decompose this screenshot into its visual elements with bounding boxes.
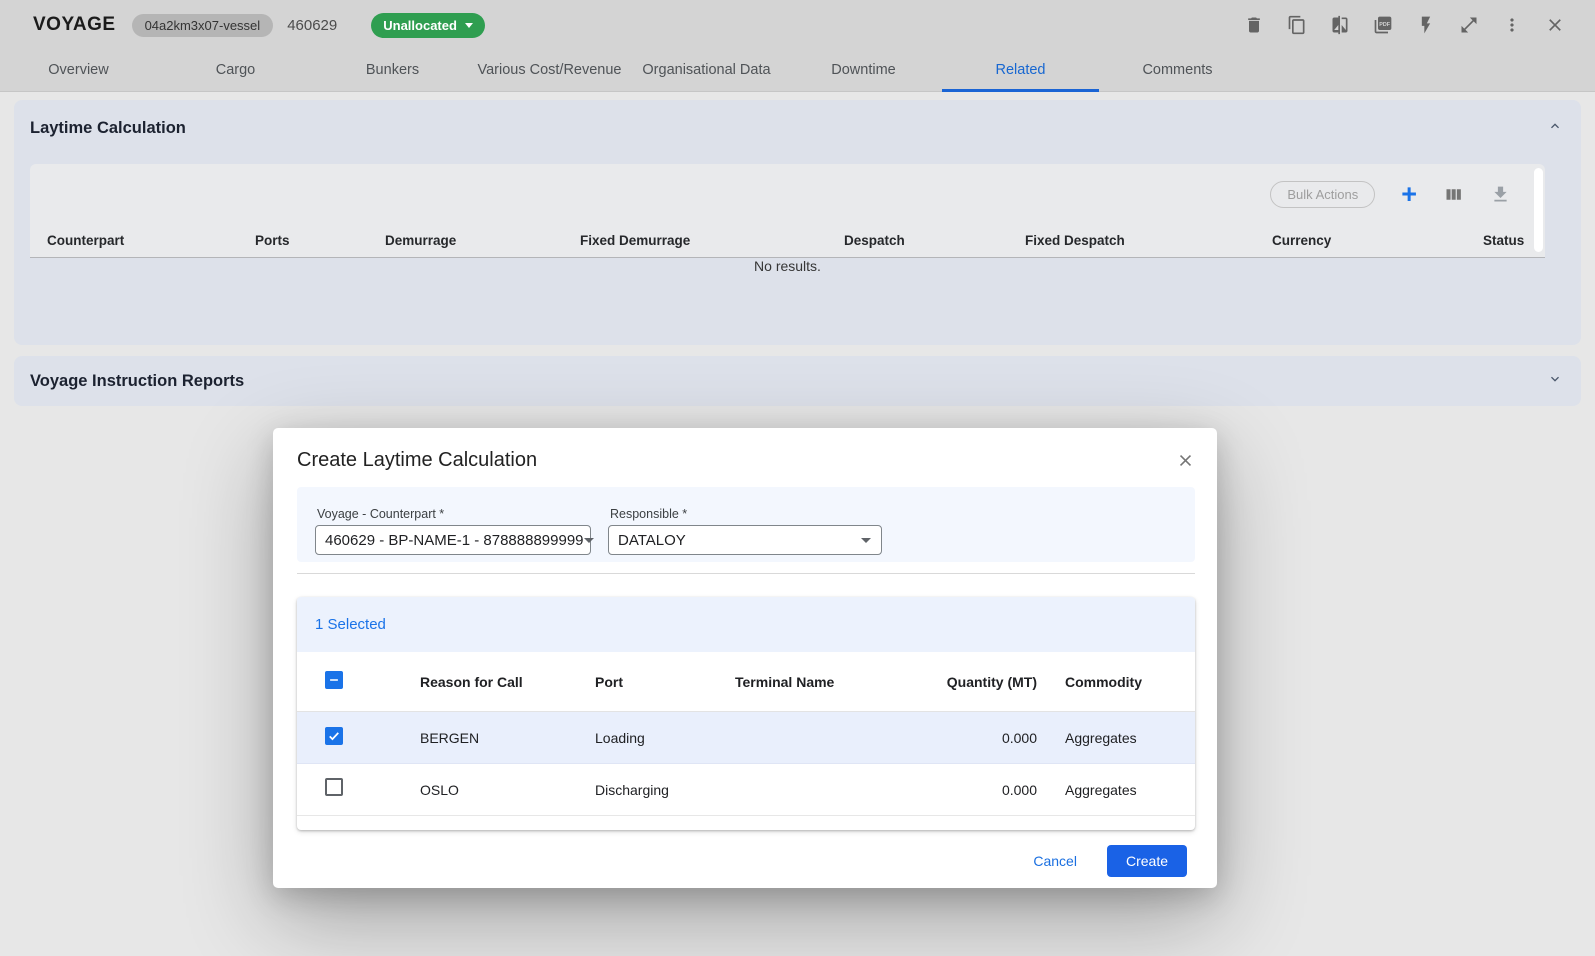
tab-downtime[interactable]: Downtime <box>785 50 942 92</box>
row-checkbox[interactable] <box>325 778 343 796</box>
table-row[interactable]: OSLO Discharging 0.000 Aggregates <box>297 764 1195 816</box>
bulk-actions-button[interactable]: Bulk Actions <box>1270 181 1375 208</box>
expand-icon[interactable] <box>1457 13 1481 37</box>
tab-various-cost-revenue[interactable]: Various Cost/Revenue <box>471 50 628 92</box>
no-results-text: No results. <box>30 258 1545 274</box>
cell-quantity: 0.000 <box>940 730 1037 746</box>
tab-organisational-data[interactable]: Organisational Data <box>628 50 785 92</box>
modal-header: Create Laytime Calculation <box>297 428 1195 487</box>
port-call-table-card: 1 Selected Reason for Call Port Terminal… <box>297 597 1195 830</box>
vir-section-title: Voyage Instruction Reports <box>30 372 244 391</box>
laytime-calculation-section: Laytime Calculation Bulk Actions + Count… <box>14 100 1581 345</box>
svg-text:PDF: PDF <box>1379 22 1391 28</box>
delete-icon[interactable] <box>1242 13 1266 37</box>
main-content: Laytime Calculation Bulk Actions + Count… <box>0 92 1595 406</box>
cell-commodity: Aggregates <box>1037 782 1195 798</box>
select-all-checkbox[interactable] <box>325 671 343 689</box>
create-button[interactable]: Create <box>1107 845 1187 877</box>
status-dropdown[interactable]: Unallocated <box>371 13 485 38</box>
more-icon[interactable] <box>1500 13 1524 37</box>
voyage-counterpart-label: Voyage - Counterpart * <box>317 507 591 521</box>
laytime-table-toolbar: Bulk Actions + <box>30 164 1545 224</box>
tab-overview[interactable]: Overview <box>0 50 157 92</box>
column-header-currency[interactable]: Currency <box>1272 233 1483 248</box>
cell-reason-for-call: OSLO <box>420 782 595 798</box>
column-header-terminal-name[interactable]: Terminal Name <box>735 674 940 690</box>
tab-bunkers[interactable]: Bunkers <box>314 50 471 92</box>
row-checkbox[interactable] <box>325 727 343 745</box>
header-row: VOYAGE 04a2km3x07-vessel 460629 Unalloca… <box>0 0 1595 50</box>
page-title: VOYAGE <box>33 14 116 36</box>
create-laytime-modal: Create Laytime Calculation Voyage - Coun… <box>273 428 1217 888</box>
cell-commodity: Aggregates <box>1037 730 1195 746</box>
modal-close-icon[interactable] <box>1176 451 1195 470</box>
download-icon[interactable] <box>1490 184 1511 205</box>
close-icon[interactable] <box>1543 13 1567 37</box>
column-header-quantity-mt[interactable]: Quantity (MT) <box>940 674 1037 690</box>
tab-comments[interactable]: Comments <box>1099 50 1256 92</box>
column-header-fixed-despatch[interactable]: Fixed Despatch <box>1025 233 1272 248</box>
collapse-chevron-up-icon[interactable] <box>1547 118 1563 139</box>
compare-icon[interactable] <box>1328 13 1352 37</box>
laytime-section-header: Laytime Calculation <box>14 100 1581 156</box>
column-header-despatch[interactable]: Despatch <box>844 233 1025 248</box>
column-header-port[interactable]: Port <box>595 674 735 690</box>
laytime-table-header: Counterpart Ports Demurrage Fixed Demurr… <box>30 224 1545 258</box>
responsible-value: DATALOY <box>618 532 686 549</box>
responsible-field: Responsible * DATALOY <box>608 507 882 562</box>
column-header-commodity[interactable]: Commodity <box>1037 674 1195 690</box>
responsible-select[interactable]: DATALOY <box>608 525 882 555</box>
table-row[interactable]: BERGEN Loading 0.000 Aggregates <box>297 712 1195 764</box>
table-scrollbar[interactable] <box>1534 168 1543 252</box>
voyage-header: VOYAGE 04a2km3x07-vessel 460629 Unalloca… <box>0 0 1595 92</box>
laytime-section-title: Laytime Calculation <box>30 119 186 138</box>
cell-reason-for-call: BERGEN <box>420 730 595 746</box>
tab-bar: Overview Cargo Bunkers Various Cost/Reve… <box>0 50 1595 92</box>
columns-icon[interactable] <box>1443 184 1464 205</box>
voyage-counterpart-select[interactable]: 460629 - BP-NAME-1 - 878888899999 <box>315 525 591 555</box>
chevron-down-icon <box>584 538 594 543</box>
tab-related[interactable]: Related <box>942 50 1099 92</box>
cell-port: Discharging <box>595 782 735 798</box>
cell-quantity: 0.000 <box>940 782 1037 798</box>
cell-port: Loading <box>595 730 735 746</box>
caret-down-icon <box>465 23 473 28</box>
pdf-icon[interactable]: PDF <box>1371 13 1395 37</box>
voyage-counterpart-value: 460629 - BP-NAME-1 - 878888899999 <box>325 532 584 549</box>
column-header-counterpart[interactable]: Counterpart <box>47 233 255 248</box>
modal-form-panel: Voyage - Counterpart * 460629 - BP-NAME-… <box>297 487 1195 562</box>
vir-section-header: Voyage Instruction Reports <box>14 356 1581 406</box>
responsible-label: Responsible * <box>610 507 882 521</box>
chevron-down-icon <box>861 538 871 543</box>
voyage-instruction-reports-section: Voyage Instruction Reports <box>14 356 1581 406</box>
modal-actions: Cancel Create <box>297 845 1195 877</box>
app-root: VOYAGE 04a2km3x07-vessel 460629 Unalloca… <box>0 0 1595 956</box>
selection-count-text: 1 Selected <box>315 616 386 633</box>
vessel-badge: 04a2km3x07-vessel <box>132 14 274 37</box>
header-actions: PDF <box>1242 13 1567 37</box>
voyage-number: 460629 <box>287 17 337 34</box>
duplicate-icon[interactable] <box>1285 13 1309 37</box>
column-header-reason-for-call[interactable]: Reason for Call <box>420 674 595 690</box>
column-header-fixed-demurrage[interactable]: Fixed Demurrage <box>580 233 844 248</box>
voyage-counterpart-field: Voyage - Counterpart * 460629 - BP-NAME-… <box>315 507 591 562</box>
cancel-button[interactable]: Cancel <box>1023 847 1087 875</box>
column-header-demurrage[interactable]: Demurrage <box>385 233 580 248</box>
laytime-table-card: Bulk Actions + Counterpart Ports Demurra… <box>30 164 1545 258</box>
selection-summary: 1 Selected <box>297 597 1195 652</box>
flash-icon[interactable] <box>1414 13 1438 37</box>
port-call-table-header: Reason for Call Port Terminal Name Quant… <box>297 652 1195 712</box>
modal-divider <box>297 573 1195 574</box>
column-header-ports[interactable]: Ports <box>255 233 385 248</box>
expand-chevron-down-icon[interactable] <box>1547 371 1563 392</box>
modal-title: Create Laytime Calculation <box>297 449 537 472</box>
add-icon[interactable]: + <box>1401 184 1417 204</box>
tab-cargo[interactable]: Cargo <box>157 50 314 92</box>
status-label: Unallocated <box>383 18 457 33</box>
